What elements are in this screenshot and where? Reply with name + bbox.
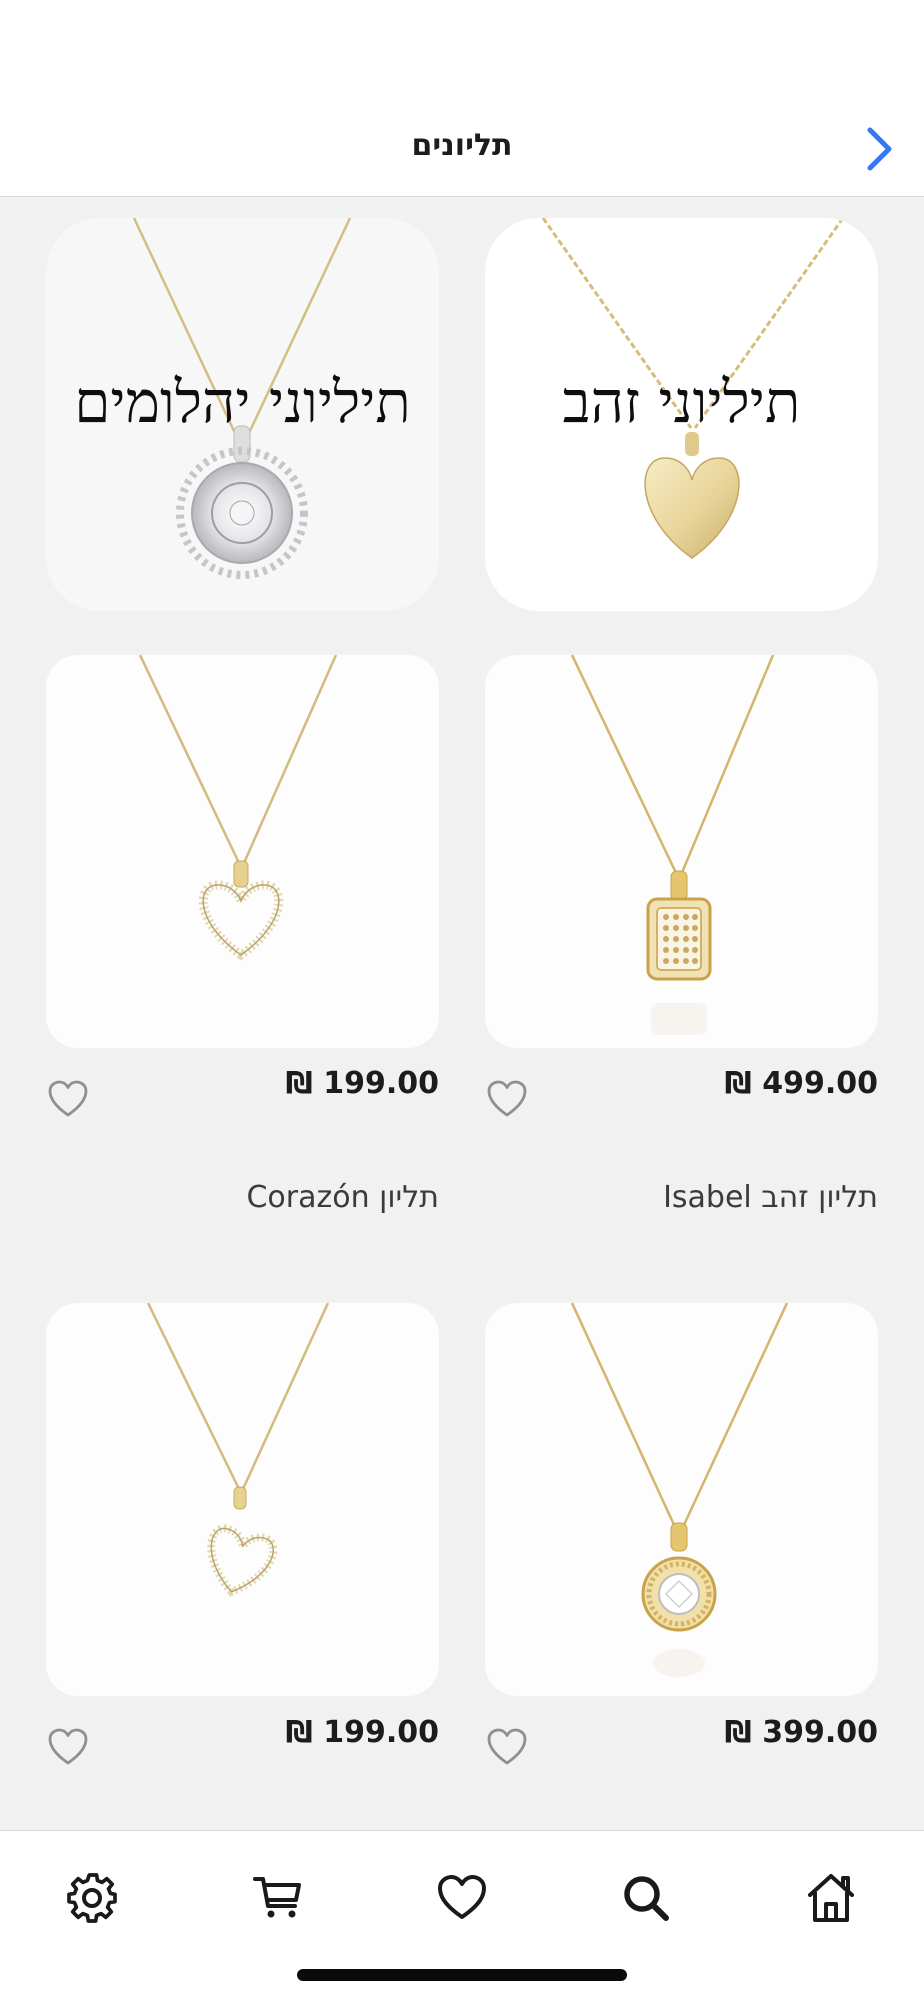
gear-icon bbox=[67, 1873, 117, 1923]
back-button[interactable] bbox=[854, 120, 904, 178]
product-price: ₪ 399.00 bbox=[724, 1715, 878, 1750]
heart-icon bbox=[438, 1875, 486, 1919]
home-indicator bbox=[297, 1969, 627, 1981]
tab-favorites[interactable] bbox=[422, 1863, 502, 1933]
product-card[interactable] bbox=[485, 1303, 878, 1696]
product-name[interactable]: תליון Corazón bbox=[246, 1180, 439, 1215]
category-label: תיליוני יהלומים bbox=[74, 368, 411, 436]
page-title: תליונים bbox=[411, 128, 513, 163]
product-name[interactable]: תליון זהב Isabel bbox=[663, 1180, 878, 1215]
category-card-gold-pendants[interactable]: תיליוני זהב bbox=[485, 218, 878, 611]
open-heart-pendant-image bbox=[138, 655, 338, 961]
category-label: תיליוני זהב bbox=[562, 368, 801, 436]
tab-search[interactable] bbox=[606, 1863, 686, 1933]
product-price: ₪ 199.00 bbox=[285, 1066, 439, 1101]
favorite-heart-icon[interactable] bbox=[486, 1079, 528, 1119]
product-card[interactable] bbox=[46, 655, 439, 1048]
product-price: ₪ 199.00 bbox=[285, 1715, 439, 1750]
round-halo-pendant-image bbox=[570, 1303, 789, 1677]
search-icon bbox=[624, 1876, 669, 1921]
tab-settings[interactable] bbox=[52, 1863, 132, 1933]
cart-icon bbox=[253, 1877, 301, 1918]
home-icon bbox=[808, 1874, 854, 1922]
favorite-heart-icon[interactable] bbox=[47, 1727, 89, 1767]
product-card[interactable] bbox=[485, 655, 878, 1048]
screen: תליונים תיליוני זהב תיליוני יהלומים ₪ 49… bbox=[0, 0, 924, 2000]
favorite-heart-icon[interactable] bbox=[47, 1079, 89, 1119]
category-card-diamond-pendants[interactable]: תיליוני יהלומים bbox=[46, 218, 439, 611]
product-price: ₪ 499.00 bbox=[724, 1066, 878, 1101]
tab-cart[interactable] bbox=[238, 1863, 318, 1933]
chevron-right-icon bbox=[867, 127, 892, 171]
header-bar: תליונים bbox=[0, 0, 924, 197]
favorite-heart-icon[interactable] bbox=[486, 1727, 528, 1767]
tilted-heart-pendant-image bbox=[146, 1303, 330, 1597]
square-pave-pendant-image bbox=[570, 655, 775, 1035]
product-card[interactable] bbox=[46, 1303, 439, 1696]
tab-home[interactable] bbox=[791, 1863, 871, 1933]
